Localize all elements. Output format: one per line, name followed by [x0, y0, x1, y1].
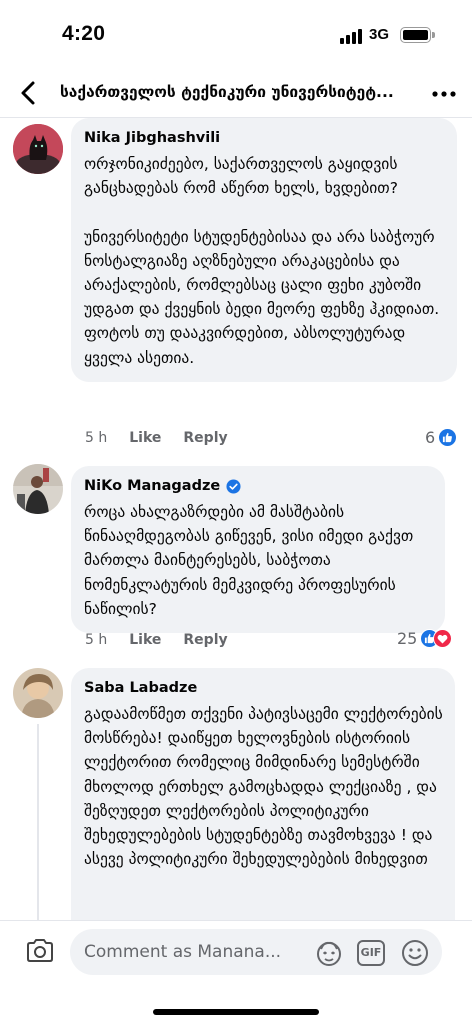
comment-input-placeholder: Comment as Manana... [84, 942, 282, 962]
thread-line [37, 724, 39, 920]
comment-meta: 5 h Like Reply [85, 632, 250, 648]
page-title: საქართველოს ტექნიკური უნივერსიტეტ... [60, 83, 394, 101]
reactions-summary[interactable]: 25 [397, 629, 453, 648]
reaction-count: 6 [425, 428, 436, 447]
love-reaction-icon [433, 629, 453, 648]
reply-button[interactable]: Reply [183, 632, 227, 648]
comment-bubble: Nika Jibghashvili ორჯონიკიძეებო, საქართვ… [71, 118, 457, 382]
avatar[interactable] [13, 668, 63, 718]
more-dots-icon [432, 91, 456, 97]
top-nav: საქართველოს ტექნიკური უნივერსიტეტ... [0, 70, 472, 118]
comment-text: გადაამოწმეთ თქვენი პატივსაცემი ლექტორები… [84, 705, 448, 869]
comment-meta: 5 h Like Reply [85, 430, 250, 446]
chevron-left-icon [21, 81, 35, 105]
comment-bubble: Saba Labadze გადაამოწმეთ თქვენი პატივსაც… [71, 668, 455, 938]
network-label: 3G [369, 26, 390, 43]
back-button[interactable] [14, 78, 44, 108]
comment-text: როცა ახალგაზრდები ამ მასშტაბის წინააღმდე… [84, 503, 419, 618]
comment-input[interactable]: Comment as Manana... GIF [70, 929, 442, 975]
like-button[interactable]: Like [129, 430, 161, 446]
signal-icon [340, 28, 364, 44]
comment-time: 5 h [85, 632, 108, 648]
avatar-image-icon [13, 464, 63, 514]
battery-icon [400, 27, 435, 43]
camera-button[interactable] [24, 935, 56, 967]
comment-author[interactable]: Nika Jibghashvili [84, 128, 220, 148]
comment-bubble: NiKo Managadze როცა ახალგაზრდები ამ მასშ… [71, 466, 445, 634]
status-bar: 4:20 3G [0, 0, 472, 70]
avatar-sticker-button[interactable] [314, 938, 344, 968]
comment-time: 5 h [85, 430, 108, 446]
comment-author[interactable]: Saba Labadze [84, 678, 197, 698]
gif-button[interactable]: GIF [357, 940, 385, 966]
compose-bar: Comment as Manana... GIF [0, 920, 472, 1024]
smiley-icon [402, 940, 428, 966]
emoji-button[interactable] [400, 938, 430, 968]
reactions-summary[interactable]: 6 [425, 428, 458, 447]
avatar-sticker-icon [317, 941, 341, 966]
reply-button[interactable]: Reply [183, 430, 227, 446]
avatar[interactable] [13, 124, 63, 174]
home-indicator [153, 1009, 319, 1015]
camera-icon [27, 939, 53, 962]
avatar[interactable] [13, 464, 63, 514]
verified-badge-icon [226, 478, 241, 494]
like-reaction-icon [438, 428, 458, 447]
comment-text: ორჯონიკიძეებო, საქართველოს გაყიდვის განც… [84, 155, 440, 367]
like-button[interactable]: Like [129, 632, 161, 648]
status-time: 4:20 [62, 22, 106, 45]
comment-author[interactable]: NiKo Managadze [84, 476, 220, 496]
more-options-button[interactable] [430, 82, 458, 106]
avatar-image-icon [13, 124, 63, 174]
avatar-image-icon [13, 668, 63, 718]
reaction-count: 25 [397, 629, 418, 648]
